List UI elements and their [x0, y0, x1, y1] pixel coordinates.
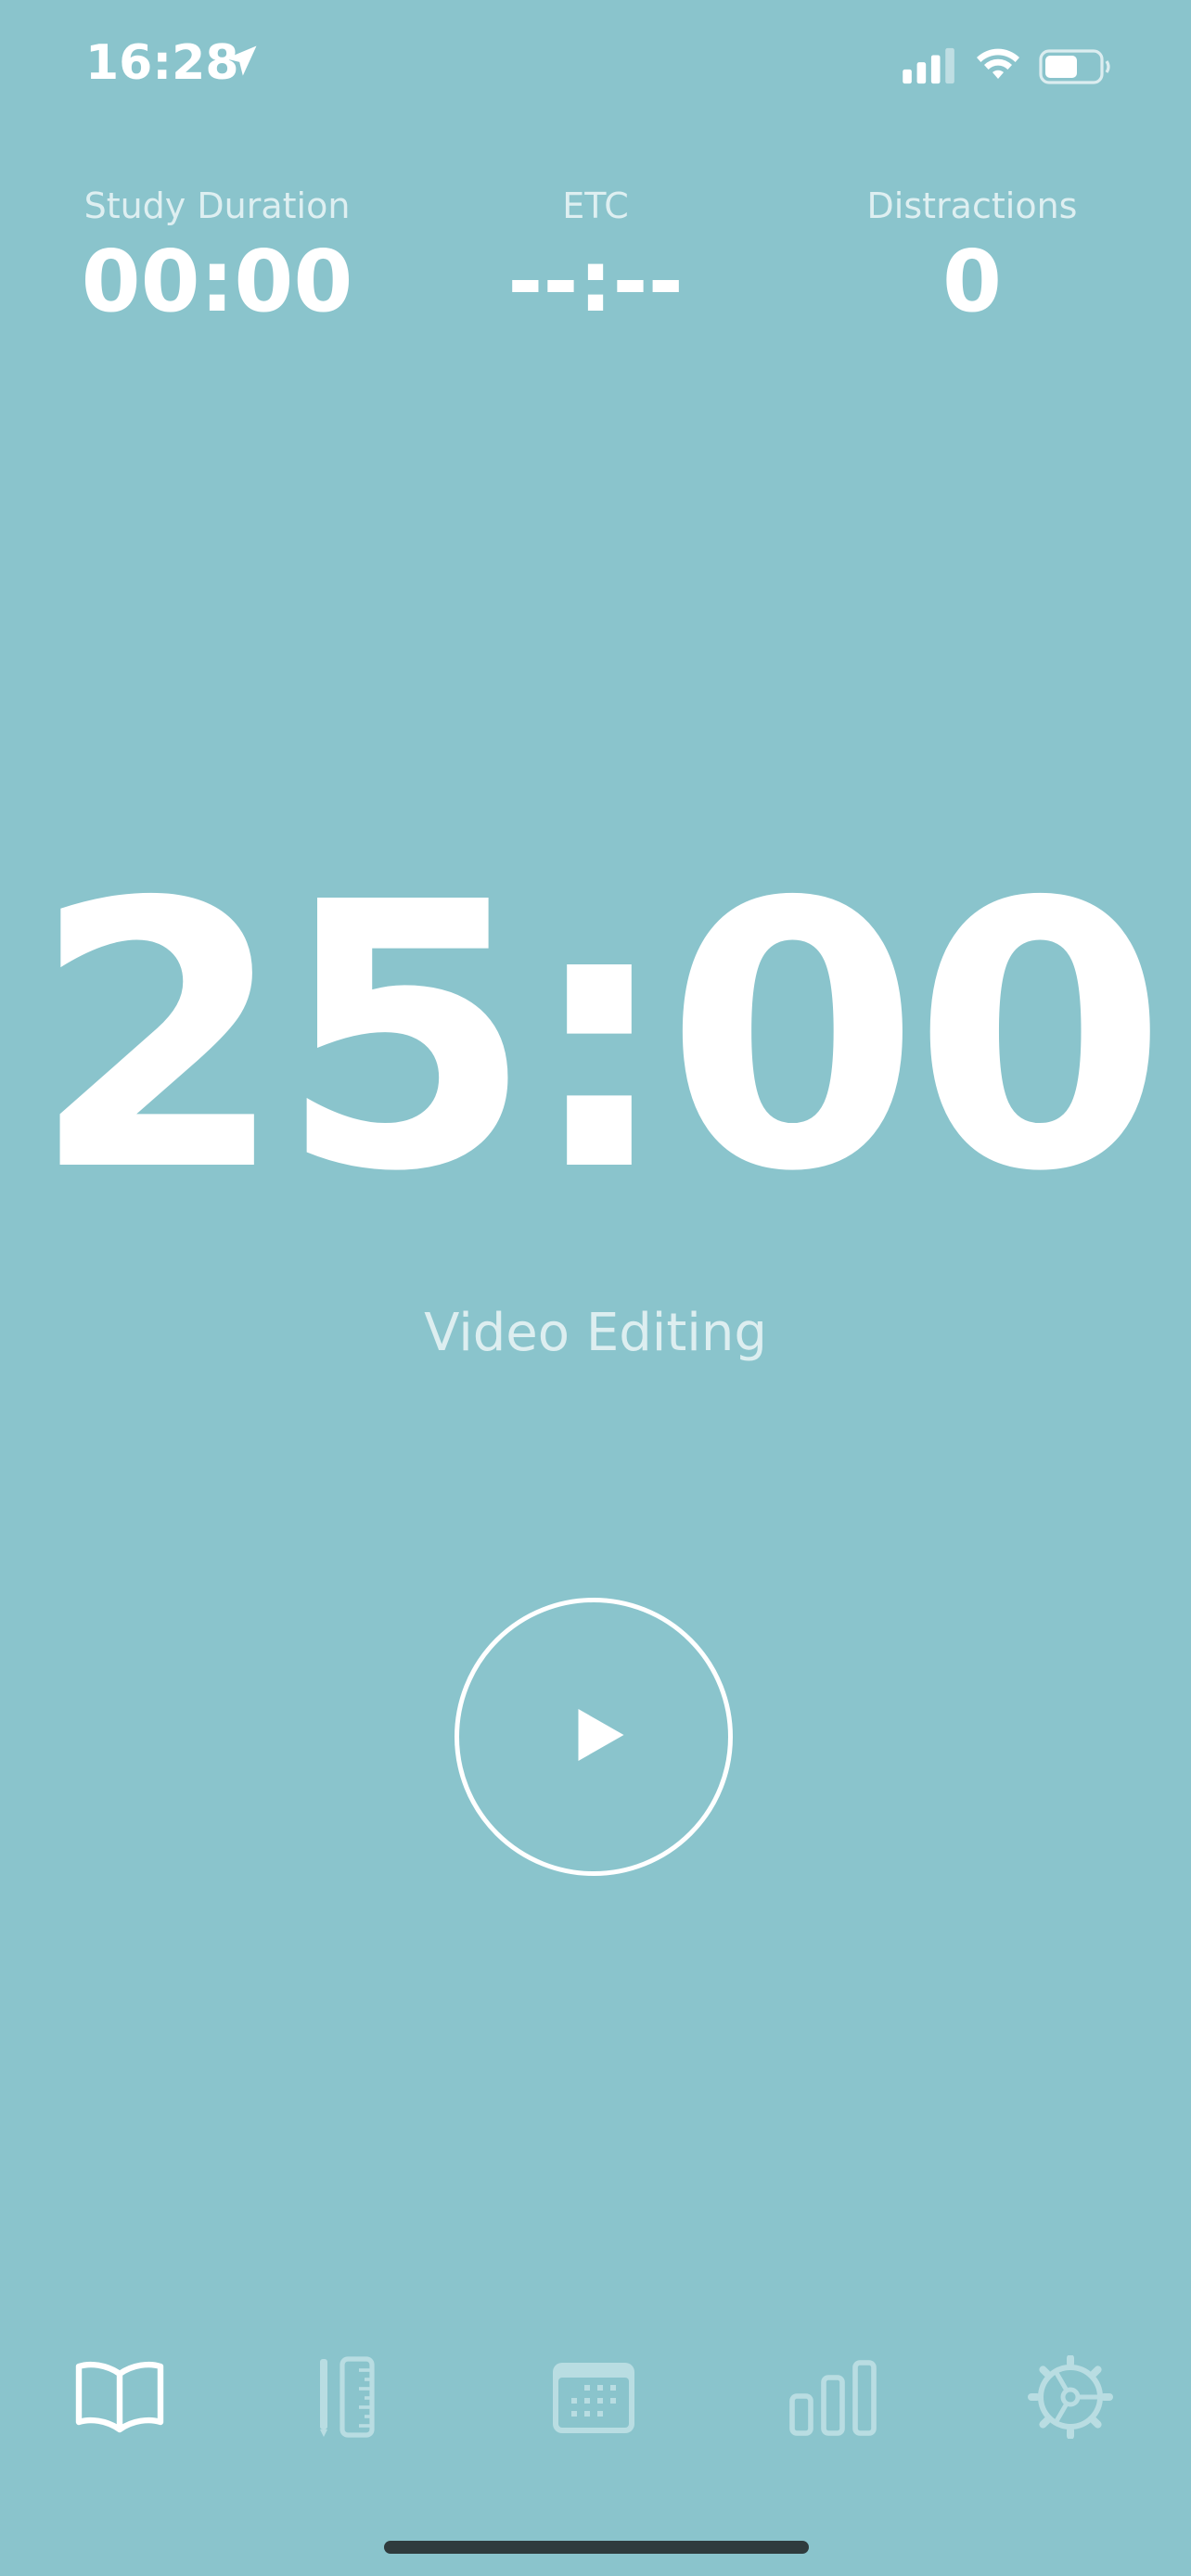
- pencil-ruler-icon: [320, 2356, 375, 2438]
- tab-study[interactable]: [73, 2355, 166, 2439]
- bar-chart-icon: [789, 2360, 877, 2436]
- open-book-icon: [75, 2361, 164, 2433]
- distractions-value: 0: [941, 232, 1002, 331]
- distractions-stat: Distractions 0: [805, 185, 1139, 328]
- home-indicator: [384, 2541, 809, 2554]
- play-button[interactable]: [455, 1598, 733, 1876]
- tab-settings[interactable]: [1024, 2354, 1117, 2440]
- etc-label: ETC: [562, 185, 629, 226]
- tab-tools[interactable]: [309, 2355, 402, 2439]
- tab-calendar[interactable]: [547, 2355, 640, 2439]
- wifi-icon: [977, 48, 1019, 79]
- cellular-signal-icon: [903, 47, 954, 84]
- etc-value: --:--: [507, 232, 684, 331]
- etc-stat: ETC --:--: [429, 185, 762, 328]
- status-time: 16:28: [85, 35, 239, 91]
- study-duration-value: 00:00: [81, 232, 353, 331]
- study-duration-label: Study Duration: [83, 185, 351, 226]
- countdown-timer: 25:00: [31, 825, 1167, 1252]
- location-arrow-icon: [225, 45, 257, 76]
- calendar-icon: [553, 2363, 634, 2433]
- study-duration-stat: Study Duration 00:00: [50, 185, 384, 328]
- task-label[interactable]: Video Editing: [0, 1303, 1191, 1363]
- battery-icon: [1039, 49, 1110, 84]
- gear-icon: [1028, 2354, 1113, 2440]
- tab-statistics[interactable]: [787, 2355, 879, 2439]
- play-icon: [578, 1709, 624, 1761]
- distractions-label: Distractions: [866, 185, 1078, 226]
